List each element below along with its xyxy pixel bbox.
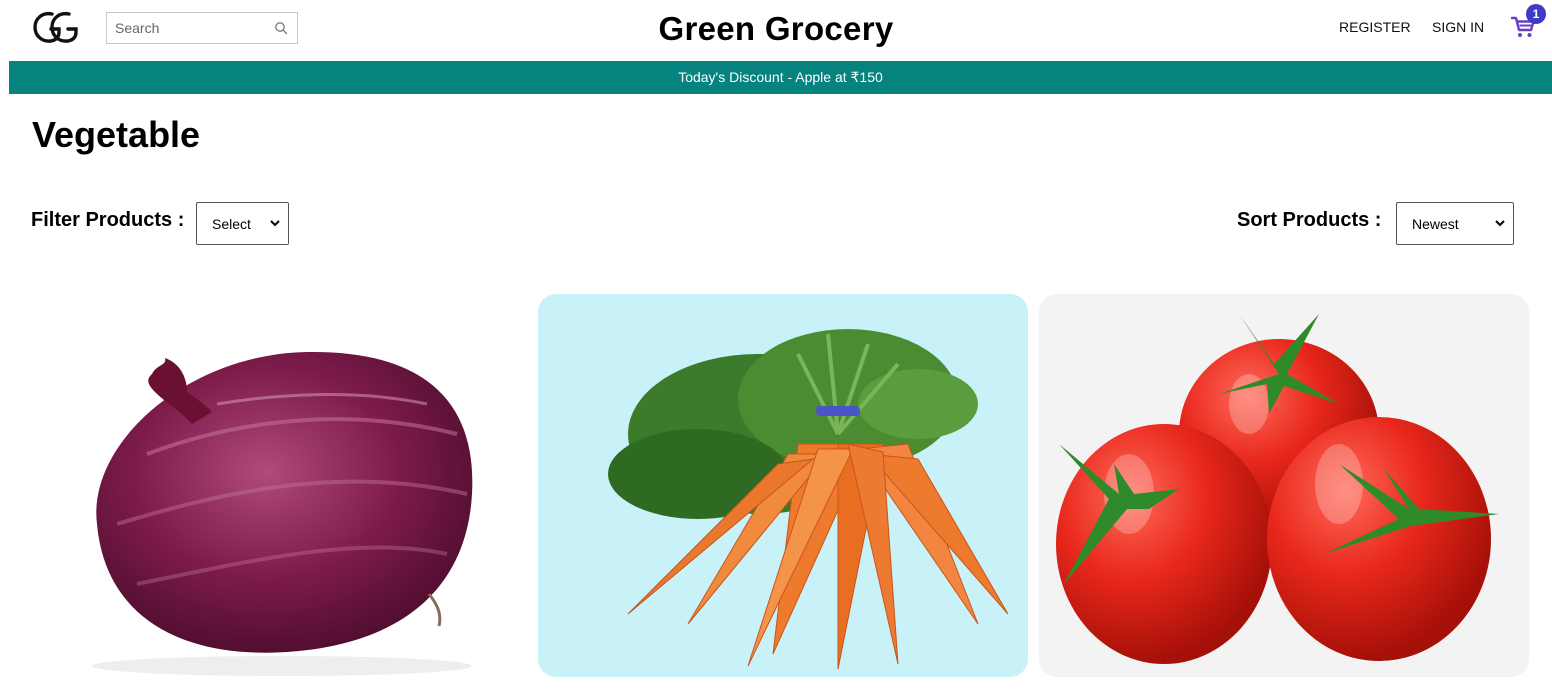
discount-text: Today's Discount - Apple at ₹150 — [678, 69, 883, 85]
sort-select[interactable]: Newest — [1396, 202, 1514, 245]
sort-label: Sort Products : — [1237, 209, 1382, 231]
register-link[interactable]: REGISTER — [1339, 19, 1411, 35]
top-navbar: Green Grocery REGISTER SIGN IN 1 — [0, 0, 1552, 60]
chevron-down-icon — [270, 220, 280, 227]
discount-banner: Today's Discount - Apple at ₹150 — [9, 61, 1552, 94]
filter-select-value: Select — [212, 215, 251, 232]
product-card-tomato[interactable] — [1039, 294, 1529, 677]
cart-count-badge: 1 — [1526, 4, 1546, 24]
site-title: Green Grocery — [658, 10, 894, 47]
carrot-image — [608, 329, 1009, 670]
product-card-carrot[interactable] — [538, 294, 1028, 677]
page-title: Vegetable — [32, 114, 201, 155]
sort-select-value: Newest — [1412, 215, 1459, 232]
sign-in-link[interactable]: SIGN IN — [1432, 19, 1484, 35]
onion-image — [92, 351, 473, 676]
product-card-onion[interactable] — [37, 294, 527, 677]
tomato-image — [1056, 314, 1499, 664]
filter-select[interactable]: Select — [196, 202, 289, 245]
filter-label: Filter Products : — [31, 209, 185, 231]
chevron-down-icon — [1495, 220, 1505, 227]
